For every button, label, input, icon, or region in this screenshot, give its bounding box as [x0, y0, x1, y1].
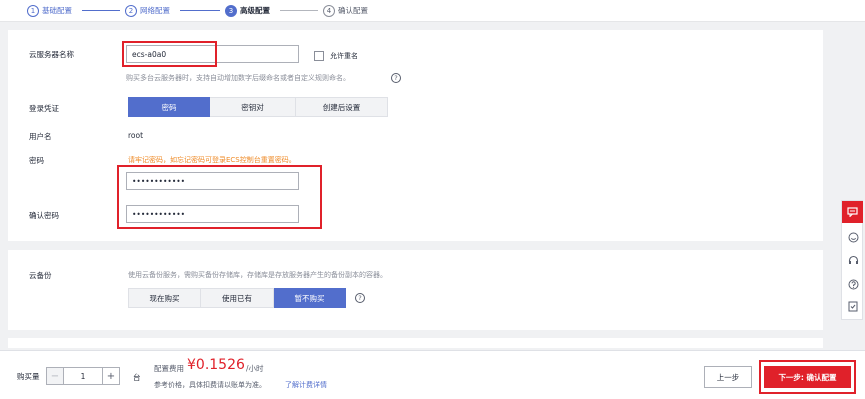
quantity-input[interactable]: 1: [64, 368, 102, 384]
headset-icon[interactable]: [847, 254, 859, 266]
step-label: 基础配置: [42, 6, 72, 15]
step-number: 3: [225, 4, 237, 17]
backup-option-buy-now[interactable]: 现在购买: [128, 288, 201, 308]
password-warning: 请牢记密码，如忘记密码可登录ECS控制台重置密码。: [128, 156, 296, 164]
quantity-increment-button[interactable]: +: [102, 368, 119, 384]
step-connector: [180, 10, 220, 11]
advanced-config-card: 云服务器名称 ecs-a0a0 允许重名 购买多台云服务器时，支持自动增加数字后…: [8, 30, 823, 241]
confirm-password-label: 确认密码: [29, 211, 59, 220]
server-name-label: 云服务器名称: [29, 50, 74, 59]
quantity-label: 购买量: [17, 372, 40, 381]
password-label: 密码: [29, 156, 44, 165]
quantity-unit: 台: [133, 373, 141, 382]
username-label: 用户名: [29, 132, 52, 141]
username-value: root: [128, 131, 144, 140]
backup-label: 云备份: [29, 271, 52, 280]
help-icon[interactable]: [847, 278, 859, 290]
highlight-box: [759, 360, 856, 394]
backup-hint: 使用云备份服务，需购买备份存储库，存储库是存放服务器产生的备份副本的容器。: [128, 271, 387, 279]
step-connector: [280, 10, 318, 11]
step-connector: [82, 10, 120, 11]
highlight-box: [117, 165, 322, 229]
step-number: 2: [125, 4, 137, 17]
step-basic-config[interactable]: 1 基础配置: [27, 4, 72, 17]
smile-icon[interactable]: [847, 231, 859, 243]
backup-option-use-existing[interactable]: 使用已有: [201, 288, 274, 308]
price-value: ¥0.1526: [187, 357, 245, 373]
quantity-decrement-button[interactable]: −: [47, 368, 64, 384]
step-number: 1: [27, 4, 39, 17]
help-icon[interactable]: ?: [355, 293, 365, 303]
wizard-steps: 1 基础配置 2 网络配置 3 高级配置 4 确认配置: [0, 0, 865, 22]
login-credential-selector: 密码 密钥对 创建后设置: [128, 97, 388, 117]
highlight-box: [122, 41, 217, 67]
help-icon[interactable]: ?: [391, 73, 401, 83]
step-network-config[interactable]: 2 网络配置: [125, 4, 170, 17]
step-label: 高级配置: [240, 6, 270, 15]
step-label: 确认配置: [338, 6, 368, 15]
login-option-keypair[interactable]: 密钥对: [210, 97, 296, 117]
fee-label: 配置费用: [154, 364, 184, 373]
login-option-password[interactable]: 密码: [128, 97, 210, 117]
step-confirm-config: 4 确认配置: [323, 4, 368, 17]
next-section-card: [8, 338, 823, 348]
allow-duplicate-checkbox[interactable]: [314, 51, 324, 61]
price-note: 参考价格，具体扣费请以账单为准。: [154, 381, 266, 389]
pricing-details-link[interactable]: 了解计费详情: [285, 380, 327, 390]
cloud-backup-card: 云备份 使用云备份服务，需购买备份存储库，存储库是存放服务器产生的备份副本的容器…: [8, 250, 823, 330]
step-advanced-config: 3 高级配置: [225, 4, 270, 17]
feedback-icon[interactable]: [842, 201, 863, 223]
login-credential-label: 登录凭证: [29, 104, 59, 113]
allow-duplicate-label: 允许重名: [330, 52, 358, 60]
step-number: 4: [323, 4, 335, 17]
floating-toolbar: [841, 200, 863, 320]
previous-button[interactable]: 上一步: [704, 366, 752, 388]
login-option-set-later[interactable]: 创建后设置: [296, 97, 388, 117]
price-unit: /小时: [246, 364, 264, 373]
server-name-hint: 购买多台云服务器时，支持自动增加数字后缀命名或者自定义规则命名。: [126, 74, 350, 82]
step-label: 网络配置: [140, 6, 170, 15]
backup-selector: 现在购买 使用已有 暂不购买: [128, 288, 346, 308]
backup-option-skip[interactable]: 暂不购买: [274, 288, 346, 308]
purchase-footer: 购买量 − 1 + 台 配置费用 ¥0.1526 /小时 参考价格，具体扣费请以…: [0, 350, 865, 399]
note-icon[interactable]: [847, 300, 859, 312]
quantity-stepper: − 1 +: [46, 367, 120, 385]
